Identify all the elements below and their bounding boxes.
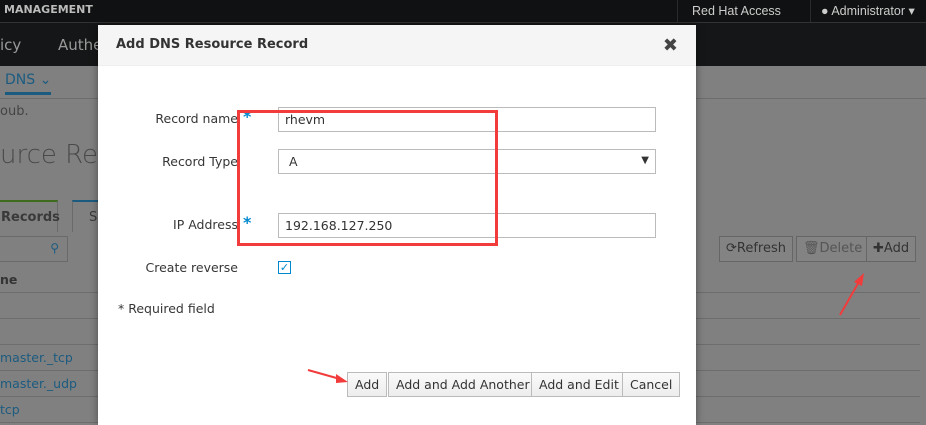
search-icon: ⚲ [50, 241, 59, 255]
tab-dns[interactable]: DNS ⌄ [5, 72, 52, 95]
record-name-label: Record name [155, 111, 238, 126]
add-and-add-another-button[interactable]: Add and Add Another [388, 372, 538, 397]
brand: MANAGEMENT [4, 3, 93, 16]
user-menu[interactable]: ● Administrator ▾ [810, 0, 919, 22]
required-field-note: * Required field [118, 301, 215, 316]
ip-address-label: IP Address [173, 217, 238, 232]
close-icon[interactable]: ✖ [663, 35, 678, 56]
nav-item-authentication[interactable]: Authe [58, 36, 102, 54]
tab-records[interactable]: Records [0, 200, 60, 232]
dialog-title: Add DNS Resource Record [98, 25, 696, 66]
user-name: Administrator [831, 4, 905, 18]
annotation-arrow-submit [307, 369, 348, 383]
nav-item-policy[interactable]: icy [0, 36, 21, 54]
red-hat-access-link[interactable]: Red Hat Access [677, 0, 795, 22]
trash-icon: 🗑 [803, 241, 820, 256]
refresh-icon: ⟳ [726, 241, 737, 256]
caret-down-icon: ▼ [641, 155, 649, 166]
create-reverse-label: Create reverse [145, 260, 239, 275]
record-type-label: Record Type [162, 154, 238, 169]
annotation-highlight-box [237, 110, 498, 246]
top-bar: MANAGEMENT Red Hat Access ● Administrato… [0, 0, 926, 22]
add-and-edit-button[interactable]: Add and Edit [531, 372, 627, 397]
add-submit-button[interactable]: Add [347, 372, 388, 397]
create-reverse-checkbox[interactable]: ✓ [278, 261, 291, 274]
refresh-button[interactable]: ⟳Refresh [719, 236, 793, 262]
annotation-arrow-add [839, 273, 864, 316]
search-button[interactable]: ⚲ [0, 236, 68, 262]
plus-icon: ✚ [873, 241, 884, 256]
add-button[interactable]: ✚Add [866, 236, 917, 262]
user-icon: ● [821, 4, 832, 18]
delete-button[interactable]: 🗑Delete [796, 236, 870, 262]
cancel-button[interactable]: Cancel [622, 372, 681, 397]
background-text: oub. [0, 104, 29, 119]
